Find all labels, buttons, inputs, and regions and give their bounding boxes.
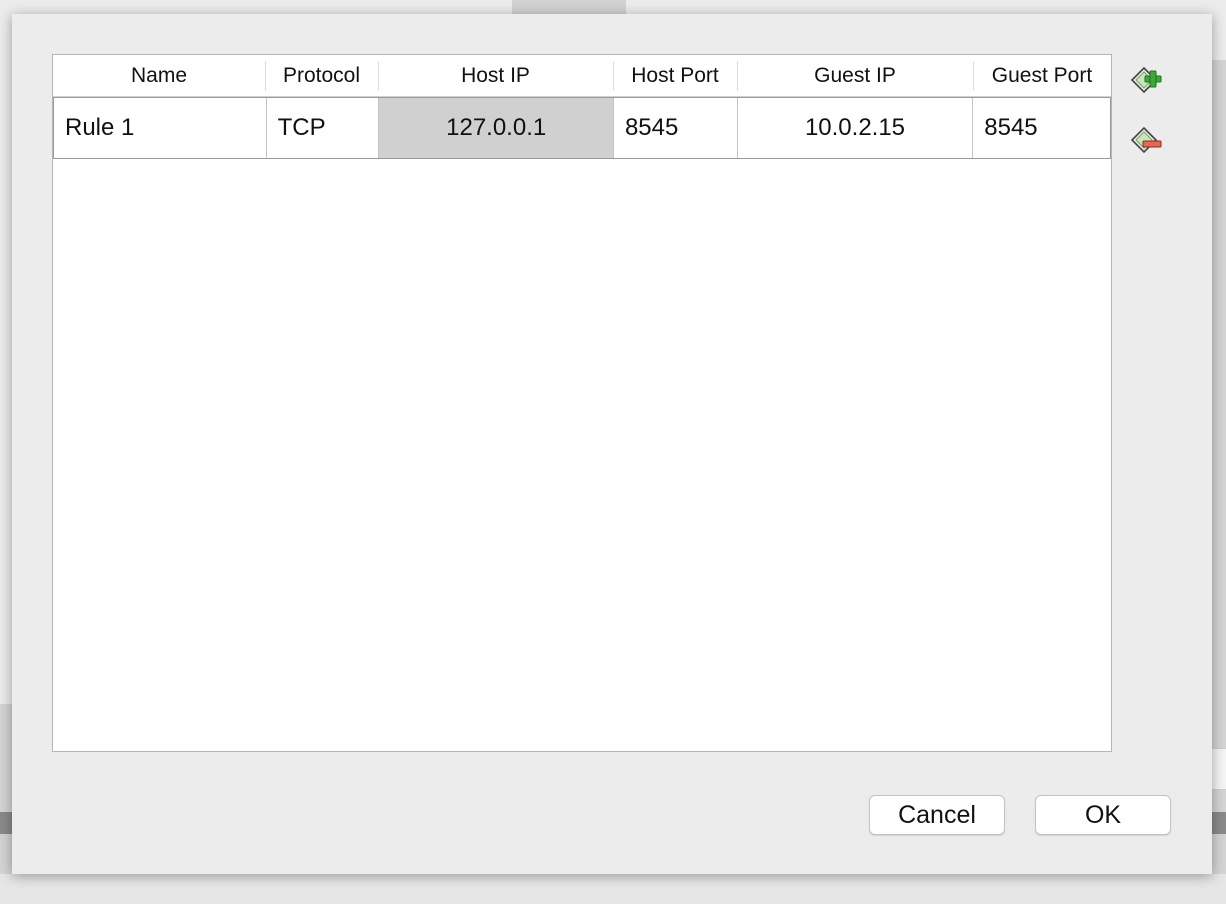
background-window-edge: [1212, 812, 1226, 834]
column-header-guest-port[interactable]: Guest Port: [973, 55, 1111, 97]
add-rule-icon: [1130, 66, 1162, 94]
column-header-host-port[interactable]: Host Port: [613, 55, 737, 97]
table-header: Name Protocol Host IP Host Port Guest IP…: [53, 55, 1111, 97]
cell-host-ip[interactable]: 127.0.0.1: [378, 98, 613, 158]
background-window-edge: [0, 812, 12, 834]
background-window-footer: [0, 874, 1226, 904]
cell-host-port[interactable]: 8545: [612, 98, 737, 158]
port-forwarding-dialog: Name Protocol Host IP Host Port Guest IP…: [12, 14, 1212, 874]
column-header-name[interactable]: Name: [53, 55, 265, 97]
cell-guest-ip[interactable]: 10.0.2.15: [736, 98, 973, 158]
ok-button[interactable]: OK: [1035, 795, 1171, 835]
column-header-guest-ip[interactable]: Guest IP: [737, 55, 973, 97]
cancel-button[interactable]: Cancel: [869, 795, 1005, 835]
background-window-edge: [1212, 748, 1226, 790]
port-forwarding-rules-table: Name Protocol Host IP Host Port Guest IP…: [52, 54, 1112, 752]
column-header-host-ip[interactable]: Host IP: [378, 55, 613, 97]
table-row[interactable]: Rule 1 TCP 127.0.0.1 8545 10.0.2.15 8545: [53, 97, 1111, 159]
background-tab: [512, 0, 626, 14]
background-window-edge: [0, 14, 12, 704]
cell-name[interactable]: Rule 1: [54, 98, 266, 158]
cell-protocol[interactable]: TCP: [265, 98, 379, 158]
remove-rule-button[interactable]: [1128, 122, 1164, 158]
cell-guest-port[interactable]: 8545: [972, 98, 1110, 158]
remove-rule-icon: [1130, 126, 1162, 154]
column-header-protocol[interactable]: Protocol: [265, 55, 378, 97]
add-rule-button[interactable]: [1128, 62, 1164, 98]
